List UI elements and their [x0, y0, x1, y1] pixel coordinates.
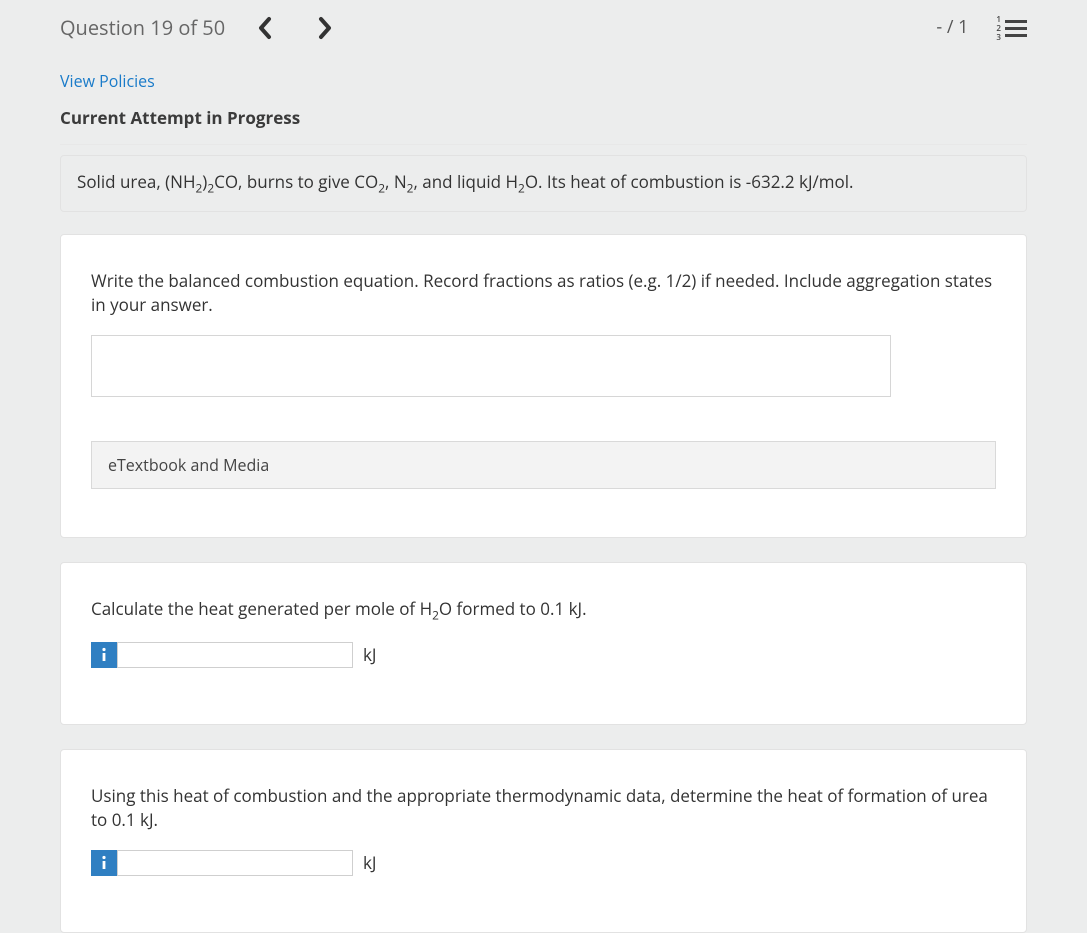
- view-policies-link[interactable]: View Policies: [60, 70, 155, 92]
- part-card-2: Calculate the heat generated per mole of…: [60, 562, 1027, 725]
- info-button[interactable]: [91, 642, 117, 668]
- attempt-status: Current Attempt in Progress: [60, 100, 1027, 145]
- meta-block: View Policies Current Attempt in Progres…: [60, 60, 1027, 145]
- info-icon: [100, 855, 108, 871]
- next-question-button[interactable]: [313, 16, 337, 40]
- prev-question-button[interactable]: [253, 16, 277, 40]
- question-statement: Solid urea, (NH2)2CO, burns to give CO2,…: [60, 155, 1027, 212]
- heat-per-mole-input[interactable]: [117, 642, 353, 668]
- etextbook-media-button[interactable]: eTextbook and Media: [91, 441, 996, 489]
- top-bar: Question 19 of 50 - / 1 123: [60, 0, 1027, 60]
- equation-input[interactable]: [91, 335, 891, 397]
- score-display: - / 1: [936, 15, 968, 40]
- part3-prompt: Using this heat of combustion and the ap…: [91, 784, 996, 832]
- info-icon: [100, 647, 108, 663]
- unit-label: kJ: [363, 851, 377, 875]
- chevron-right-icon: [317, 16, 333, 40]
- chevron-left-icon: [257, 16, 273, 40]
- part-card-3: Using this heat of combustion and the ap…: [60, 749, 1027, 933]
- part-card-1: Write the balanced combustion equation. …: [60, 234, 1027, 538]
- part2-prompt: Calculate the heat generated per mole of…: [91, 597, 996, 624]
- question-counter: Question 19 of 50: [60, 14, 225, 42]
- part1-prompt: Write the balanced combustion equation. …: [91, 269, 996, 317]
- list-numbers-icon: 123: [996, 15, 1001, 42]
- unit-label: kJ: [363, 643, 377, 667]
- question-list-button[interactable]: 123: [996, 15, 1027, 42]
- hamburger-icon: [1005, 20, 1027, 37]
- info-button[interactable]: [91, 850, 117, 876]
- heat-of-formation-input[interactable]: [117, 850, 353, 876]
